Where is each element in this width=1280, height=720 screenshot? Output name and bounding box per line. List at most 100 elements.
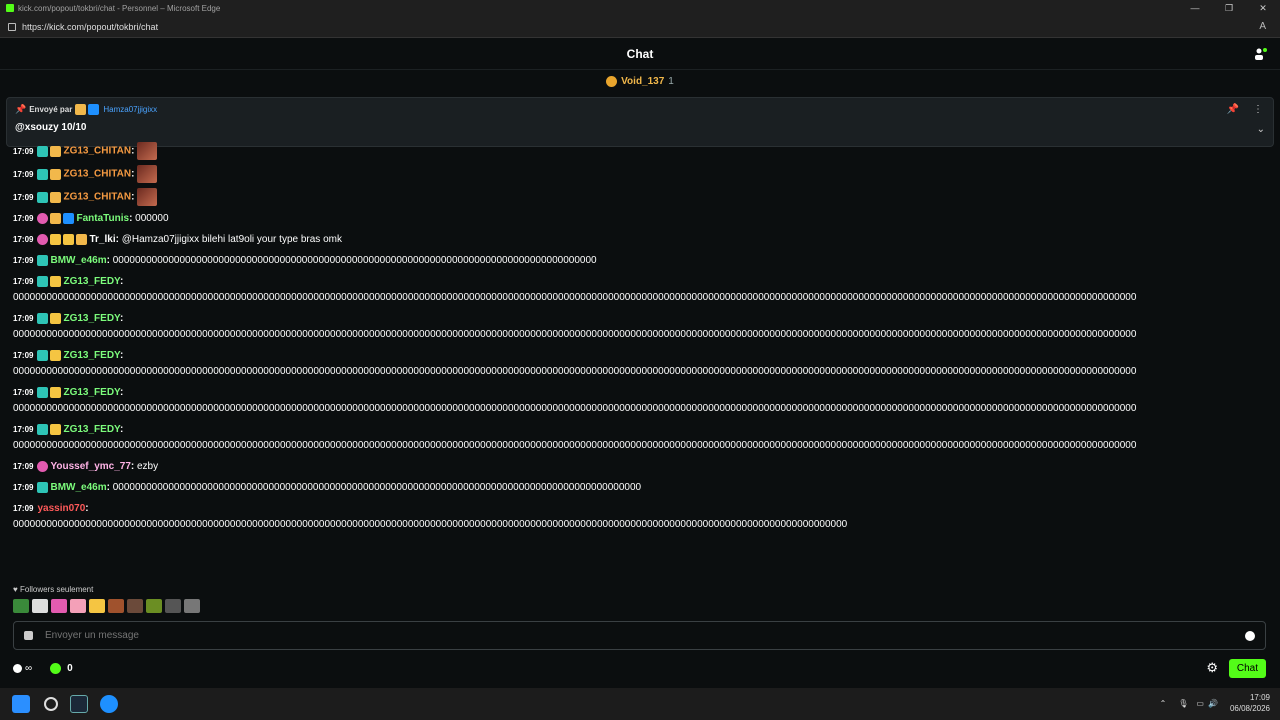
user-badge-icon (76, 233, 88, 245)
emote-icon[interactable] (51, 599, 67, 613)
top-gifter-banner[interactable]: Void_137 1 (0, 70, 1280, 92)
pinned-message[interactable]: 📌 Envoyé par Hamza07jjigixx @xsouzy 10/1… (6, 97, 1274, 147)
emote-icon[interactable] (137, 142, 158, 160)
chat-message[interactable]: 17:09 FantaTunis: 000000 (13, 211, 1268, 227)
message-username[interactable]: BMW_e46m (50, 482, 106, 493)
channel-points[interactable]: 0 (50, 662, 73, 674)
chat-message[interactable]: 17:09 BMW_e46m: 0000000000000000000000000… (13, 253, 1268, 269)
restore-icon[interactable]: ❐ (1212, 0, 1246, 16)
read-aloud-icon[interactable]: A (1259, 21, 1266, 32)
crown-badge-icon (75, 104, 87, 115)
message-text: 0000000000000000000000000000000000000000… (13, 519, 848, 530)
windows-start-icon[interactable] (12, 695, 30, 713)
chat-header: Chat (0, 38, 1280, 70)
message-username[interactable]: ZG13_CHITAN (63, 169, 131, 180)
message-username[interactable]: ZG13_FEDY (63, 424, 120, 435)
emote-icon[interactable] (13, 599, 29, 613)
network-icon[interactable]: ▭ (1196, 699, 1204, 708)
emote-icon[interactable] (165, 599, 181, 613)
chat-message[interactable]: 17:09 ZG13_FEDY: 000000000000000000000000… (13, 422, 1268, 454)
edge-icon[interactable] (100, 695, 118, 713)
chat-message[interactable]: 17:09 yassin070: 000000000000000000000000… (13, 501, 1268, 533)
emoji-icon[interactable] (1245, 630, 1255, 641)
chat-message[interactable]: 17:09 ZG13_FEDY: 000000000000000000000000… (13, 274, 1268, 306)
user-badge-icon (37, 233, 49, 245)
chat-message[interactable]: 17:09 ZG13_CHITAN: (13, 165, 1268, 183)
system-tray: ⌃ 🎙 ▭ 🔊 17:09 06/08/2026 (1160, 692, 1270, 714)
minimize-icon[interactable]: — (1178, 0, 1212, 16)
message-username[interactable]: yassin070 (37, 503, 85, 514)
pinned-author[interactable]: Hamza07jjigixx (103, 105, 157, 114)
address-bar[interactable]: https://kick.com/popout/tokbri/chat A (0, 16, 1280, 38)
user-badge-icon (50, 275, 62, 287)
window-controls: — ❐ ✕ (1178, 0, 1280, 16)
user-badge-icon (50, 349, 62, 361)
user-badge-icon (37, 212, 49, 224)
more-options-icon[interactable]: ⋮ (1253, 104, 1263, 115)
message-username[interactable]: FantaTunis (76, 213, 129, 224)
user-badge-icon (37, 423, 49, 435)
shield-icon[interactable] (24, 631, 33, 640)
chevron-up-icon[interactable]: ⌃ (1160, 699, 1167, 708)
volume-icon[interactable]: 🔊 (1208, 699, 1218, 708)
message-username[interactable]: BMW_e46m (50, 255, 106, 266)
lock-icon[interactable] (8, 22, 16, 31)
emote-icon[interactable] (89, 599, 105, 613)
chat-message[interactable]: 17:09 Youssef_ymc_77: ezby (13, 459, 1268, 475)
chat-message[interactable]: 17:09 ZG13_CHITAN: (13, 142, 1268, 160)
message-input-box[interactable] (13, 621, 1266, 650)
chevron-down-icon[interactable]: ⌄ (1257, 124, 1265, 135)
message-time: 17:09 (13, 235, 34, 244)
message-username[interactable]: Tr_lki (89, 234, 115, 245)
pinned-text: @xsouzy 10/10 (15, 122, 87, 133)
message-username[interactable]: ZG13_FEDY (63, 276, 120, 287)
emote-icon[interactable] (127, 599, 143, 613)
emote-icon[interactable] (108, 599, 124, 613)
settings-gear-icon[interactable]: ⚙ (1206, 660, 1218, 676)
chat-message[interactable]: 17:09 ZG13_FEDY: 000000000000000000000000… (13, 385, 1268, 417)
followers-only-notice: ♥ Followers seulement (13, 585, 94, 594)
emote-icon[interactable] (137, 188, 158, 206)
chat-message[interactable]: 17:09 ZG13_FEDY: 000000000000000000000000… (13, 311, 1268, 343)
emote-icon[interactable] (70, 599, 86, 613)
windows-taskbar: ⌃ 🎙 ▭ 🔊 17:09 06/08/2026 (0, 688, 1280, 720)
chat-message[interactable]: 17:09 BMW_e46m: 0000000000000000000000000… (13, 480, 1268, 496)
message-username[interactable]: ZG13_CHITAN (63, 146, 131, 157)
emote-icon[interactable] (32, 599, 48, 613)
user-badge-icon (37, 254, 49, 266)
chat-message[interactable]: 17:09 Tr_lki: @Hamza07jjigixx bilehi lat9… (13, 232, 1268, 248)
search-icon[interactable] (44, 697, 58, 711)
message-username[interactable]: ZG13_FEDY (63, 387, 120, 398)
emote-icon[interactable] (146, 599, 162, 613)
message-username[interactable]: Youssef_ymc_77 (50, 461, 130, 472)
message-username[interactable]: ZG13_CHITAN (63, 192, 131, 203)
message-username[interactable]: ZG13_FEDY (63, 350, 120, 361)
clock[interactable]: 17:09 06/08/2026 (1230, 692, 1270, 714)
colon-separator: : (85, 503, 89, 514)
verified-badge-icon (88, 104, 100, 115)
message-time: 17:09 (13, 277, 34, 286)
close-icon[interactable]: ✕ (1246, 0, 1280, 16)
colon-separator: : (119, 424, 124, 435)
url-text[interactable]: https://kick.com/popout/tokbri/chat (22, 22, 158, 32)
colon-separator: : (119, 350, 124, 361)
colon-separator: : (119, 313, 124, 324)
message-time: 17:09 (13, 504, 34, 513)
mute-icon[interactable] (184, 599, 200, 613)
users-icon[interactable] (1254, 47, 1268, 61)
unpin-icon[interactable]: 📌 (1227, 104, 1239, 115)
message-time: 17:09 (13, 256, 34, 265)
message-time: 17:09 (13, 351, 34, 360)
message-text: 0000000000000000000000000000000000000000… (13, 366, 1137, 377)
user-badge-icon (37, 349, 49, 361)
mic-icon[interactable]: 🎙 (1178, 699, 1188, 708)
infinity-icon[interactable]: ∞ (13, 663, 32, 674)
chat-footer: ∞ 0 ⚙ Chat (13, 656, 1266, 680)
chat-message[interactable]: 17:09 ZG13_FEDY: 000000000000000000000000… (13, 348, 1268, 380)
send-chat-button[interactable]: Chat (1228, 658, 1266, 678)
steam-icon[interactable] (70, 695, 88, 713)
emote-icon[interactable] (137, 165, 158, 183)
message-username[interactable]: ZG13_FEDY (63, 313, 120, 324)
chat-message[interactable]: 17:09 ZG13_CHITAN: (13, 188, 1268, 206)
message-input[interactable] (45, 630, 1245, 641)
